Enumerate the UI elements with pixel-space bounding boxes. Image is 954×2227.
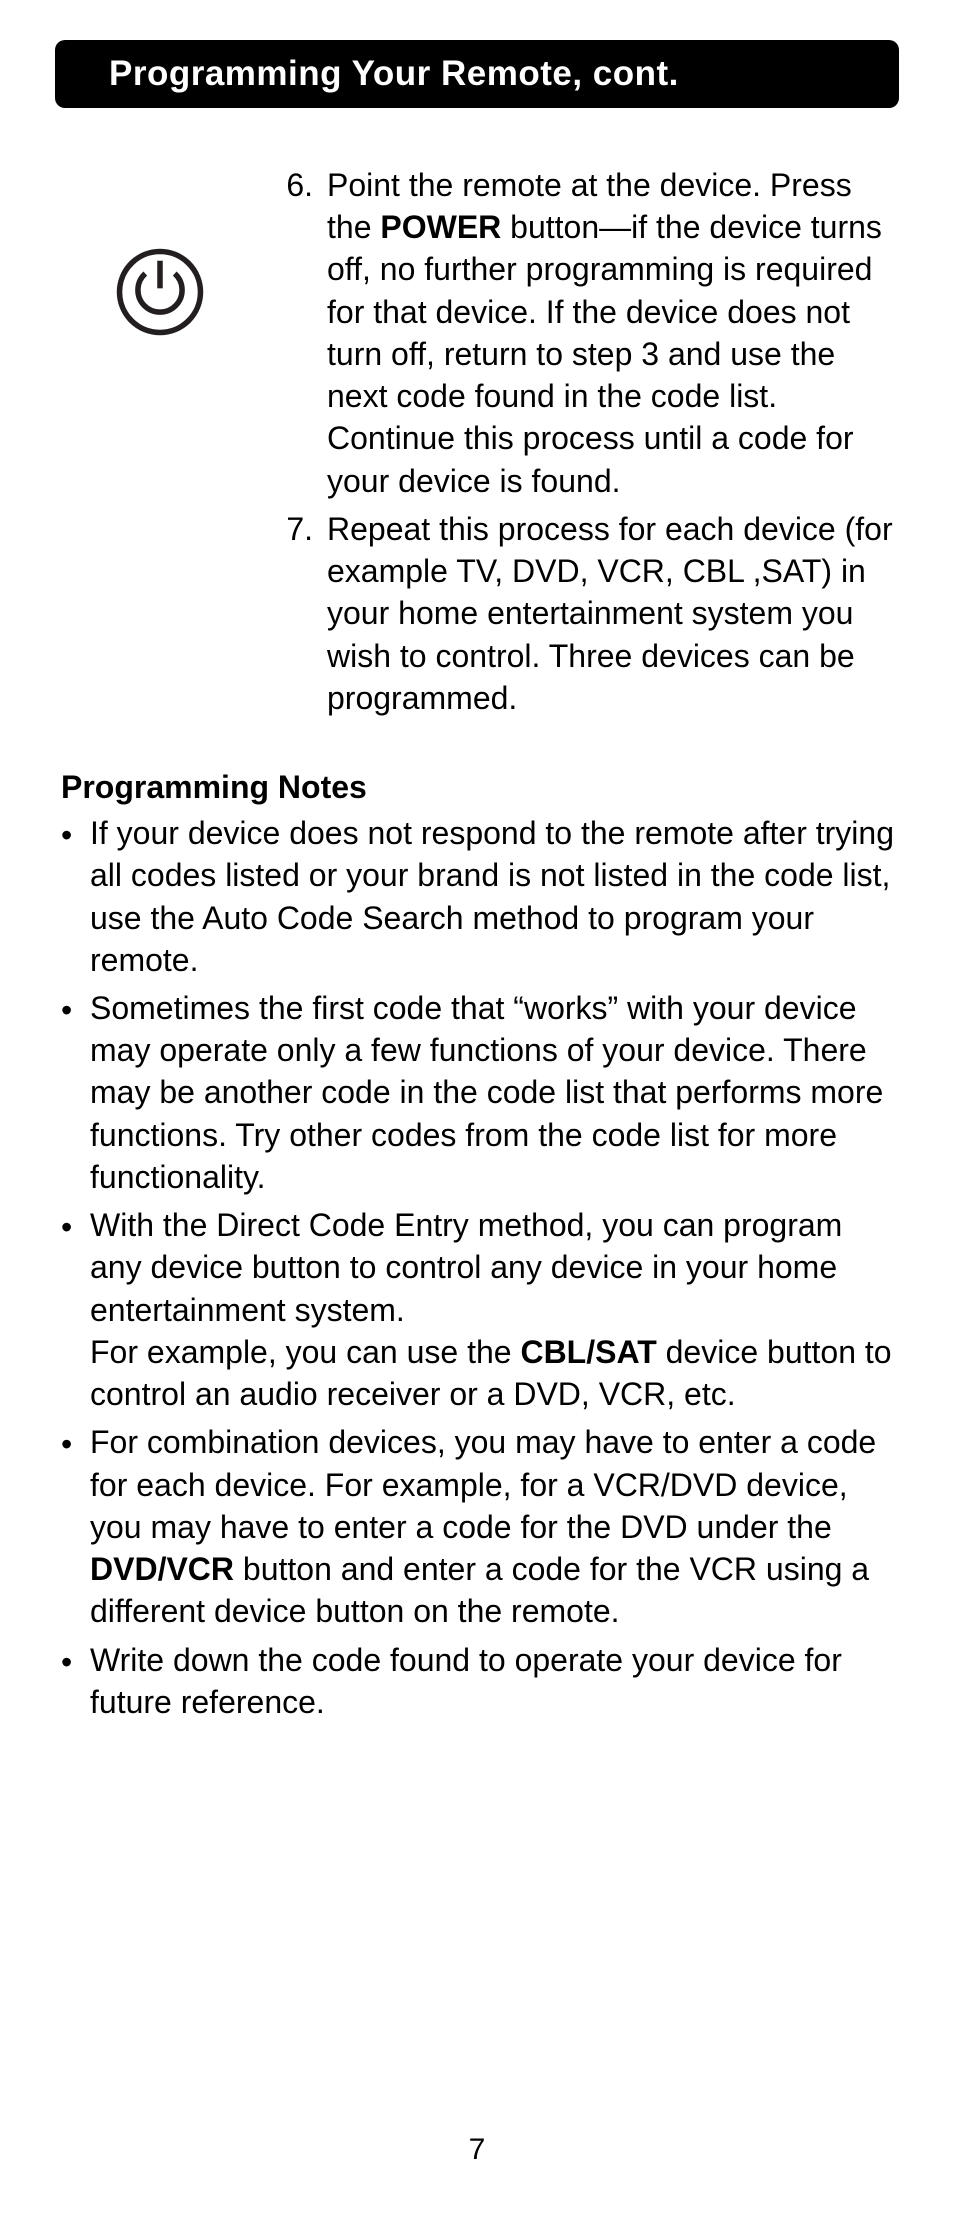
text: With the Direct Code Entry method, you c… xyxy=(90,1204,899,1331)
list-number: 7. xyxy=(265,508,313,719)
section-title: Programming Your Remote, cont. xyxy=(109,54,679,93)
section-header: Programming Your Remote, cont. xyxy=(55,40,899,108)
bullet-icon: • xyxy=(61,1204,75,1415)
bold-text: CBL/SAT xyxy=(520,1334,656,1370)
numbered-list: 6. Point the remote at the device. Press… xyxy=(265,164,899,719)
list-item: • With the Direct Code Entry method, you… xyxy=(61,1204,899,1415)
bullet-icon: • xyxy=(61,1639,75,1723)
text: button—if the device turns off, no furth… xyxy=(327,209,882,498)
bold-text: DVD/VCR xyxy=(90,1551,234,1587)
list-body: With the Direct Code Entry method, you c… xyxy=(90,1204,899,1415)
list-body: If your device does not respond to the r… xyxy=(90,812,899,981)
list-item: 7. Repeat this process for each device (… xyxy=(265,508,899,719)
list-body: Sometimes the first code that “works” wi… xyxy=(90,987,899,1198)
list-item: • Sometimes the first code that “works” … xyxy=(61,987,899,1198)
list-body: Point the remote at the device. Press th… xyxy=(327,164,899,502)
icon-column xyxy=(55,164,265,725)
list-item: • If your device does not respond to the… xyxy=(61,812,899,981)
list-body: Repeat this process for each device (for… xyxy=(327,508,899,719)
steps-section: 6. Point the remote at the device. Press… xyxy=(55,164,899,725)
bullet-icon: • xyxy=(61,1421,75,1632)
list-body: Write down the code found to operate you… xyxy=(90,1639,899,1723)
bullet-list: • If your device does not respond to the… xyxy=(55,812,899,1723)
list-body: For combination devices, you may have to… xyxy=(90,1421,899,1632)
text: For example, you can use the xyxy=(90,1334,520,1370)
page-number: 7 xyxy=(0,2133,954,2167)
list-number: 6. xyxy=(265,164,313,502)
power-icon xyxy=(114,246,206,338)
bold-text: POWER xyxy=(380,209,501,245)
bullet-icon: • xyxy=(61,812,75,981)
steps-column: 6. Point the remote at the device. Press… xyxy=(265,164,899,725)
text: For combination devices, you may have to… xyxy=(90,1424,876,1544)
list-item: • Write down the code found to operate y… xyxy=(61,1639,899,1723)
bullet-icon: • xyxy=(61,987,75,1198)
list-item: 6. Point the remote at the device. Press… xyxy=(265,164,899,502)
list-item: • For combination devices, you may have … xyxy=(61,1421,899,1632)
notes-heading: Programming Notes xyxy=(55,769,899,806)
